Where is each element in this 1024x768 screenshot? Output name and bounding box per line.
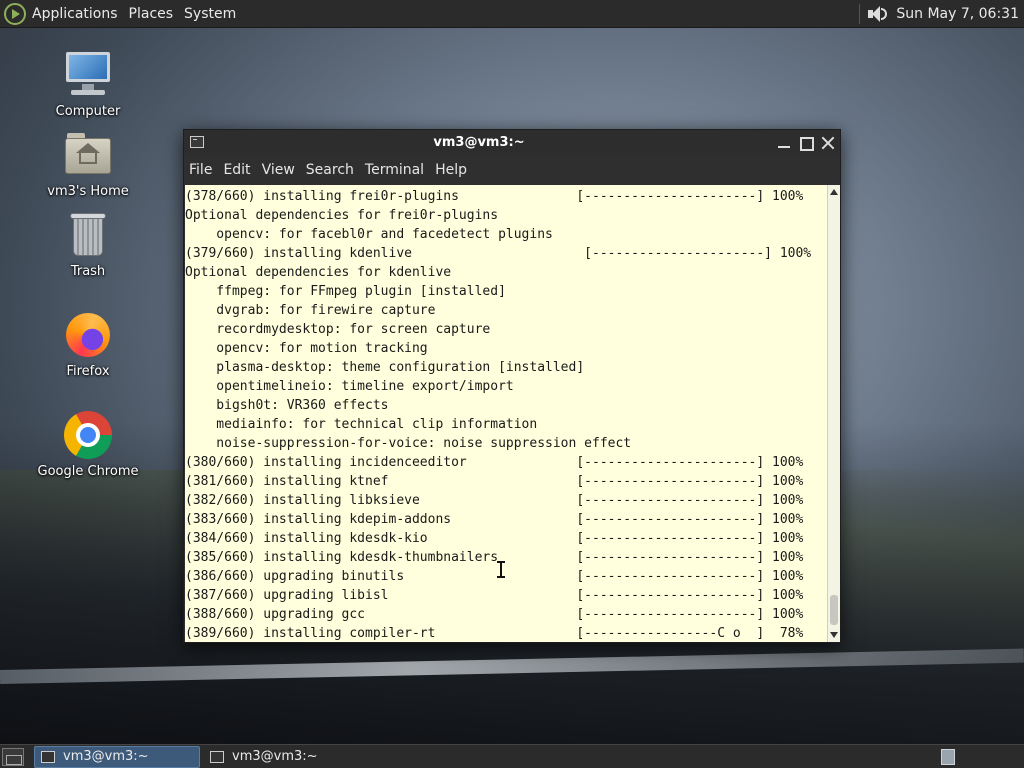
terminal-line: (384/660) installing kdesdk-kio [-------… bbox=[185, 531, 804, 546]
terminal-line: opencv: for motion tracking bbox=[185, 341, 428, 356]
desktop-icon-label: Computer bbox=[55, 104, 121, 119]
menu-applications[interactable]: Applications bbox=[32, 6, 118, 22]
menu-places[interactable]: Places bbox=[129, 6, 174, 22]
terminal-line: (388/660) upgrading gcc [---------------… bbox=[185, 607, 804, 622]
clock[interactable]: Sun May 7, 06:31 bbox=[896, 6, 1019, 22]
terminal-icon bbox=[41, 750, 55, 763]
taskbar-item-terminal[interactable]: vm3@vm3:~ bbox=[204, 746, 370, 768]
chrome-icon bbox=[63, 410, 113, 460]
terminal-line: bigsh0t: VR360 effects bbox=[185, 398, 389, 413]
window-menubar: File Edit View Search Terminal Help bbox=[184, 155, 840, 184]
taskbar-item-label: vm3@vm3:~ bbox=[63, 749, 149, 764]
terminal-line: noise-suppression-for-voice: noise suppr… bbox=[185, 436, 632, 451]
terminal-line: plasma-desktop: theme configuration [ins… bbox=[185, 360, 585, 375]
desktop-icon-label: Trash bbox=[70, 264, 106, 279]
terminal-line: (385/660) installing kdesdk-thumbnailers… bbox=[185, 550, 804, 565]
menu-terminal[interactable]: Terminal bbox=[365, 162, 424, 178]
terminal-line: ffmpeg: for FFmpeg plugin [installed] bbox=[185, 284, 506, 299]
terminal-line: (381/660) installing ktnef [------------… bbox=[185, 474, 804, 489]
tray-separator bbox=[859, 3, 861, 24]
firefox-icon bbox=[63, 310, 113, 360]
terminal-line: (386/660) upgrading binutils [----------… bbox=[185, 569, 804, 584]
desktop-icon-firefox[interactable]: Firefox bbox=[28, 310, 148, 379]
terminal-line: (382/660) installing libksieve [--------… bbox=[185, 493, 804, 508]
bottom-panel: vm3@vm3:~ vm3@vm3:~ bbox=[0, 744, 1024, 768]
terminal-icon[interactable] bbox=[190, 136, 204, 148]
close-button[interactable] bbox=[818, 133, 838, 153]
window-titlebar[interactable]: vm3@vm3:~ bbox=[184, 130, 840, 155]
computer-icon bbox=[63, 50, 113, 100]
terminal-line: mediainfo: for technical clip informatio… bbox=[185, 417, 538, 432]
menu-edit[interactable]: Edit bbox=[223, 162, 250, 178]
maximize-button[interactable] bbox=[796, 133, 816, 153]
terminal-line: recordmydesktop: for screen capture bbox=[185, 322, 491, 337]
scroll-down-icon[interactable] bbox=[830, 632, 838, 638]
trash-icon bbox=[63, 210, 113, 260]
terminal-line: dvgrab: for firewire capture bbox=[185, 303, 436, 318]
terminal-line: Optional dependencies for frei0r-plugins bbox=[185, 208, 499, 223]
home-folder-icon bbox=[63, 130, 113, 180]
scrollbar-thumb[interactable] bbox=[830, 595, 838, 625]
workspace-switcher[interactable] bbox=[941, 748, 955, 765]
menu-search[interactable]: Search bbox=[306, 162, 354, 178]
desktop-icon-home[interactable]: vm3's Home bbox=[28, 130, 148, 199]
desktop-icon-label: vm3's Home bbox=[47, 184, 129, 199]
menu-view[interactable]: View bbox=[262, 162, 295, 178]
menu-help[interactable]: Help bbox=[435, 162, 467, 178]
menu-file[interactable]: File bbox=[189, 162, 212, 178]
desktop-icon-label: Google Chrome bbox=[37, 464, 139, 479]
menu-system[interactable]: System bbox=[184, 6, 236, 22]
terminal-line: (379/660) installing kdenlive [---------… bbox=[185, 246, 812, 261]
volume-icon[interactable] bbox=[866, 5, 888, 23]
top-panel: Applications Places System Sun May 7, 06… bbox=[0, 0, 1024, 28]
scroll-up-icon[interactable] bbox=[830, 189, 838, 195]
terminal-line: (378/660) installing frei0r-plugins [---… bbox=[185, 189, 804, 204]
terminal-line: Optional dependencies for kdenlive bbox=[185, 265, 452, 280]
taskbar-item-terminal-active[interactable]: vm3@vm3:~ bbox=[34, 745, 200, 768]
minimize-button[interactable] bbox=[774, 133, 794, 153]
terminal-scrollbar[interactable] bbox=[827, 185, 840, 642]
terminal-line: (389/660) installing compiler-rt [------… bbox=[185, 626, 804, 641]
terminal-line: (380/660) installing incidenceeditor [--… bbox=[185, 455, 804, 470]
desktop-icon-computer[interactable]: Computer bbox=[28, 50, 148, 119]
text-cursor-icon bbox=[497, 561, 505, 578]
terminal-output[interactable]: (378/660) installing frei0r-plugins [---… bbox=[185, 185, 827, 642]
terminal-line: (383/660) installing kdepim-addons [----… bbox=[185, 512, 804, 527]
desktop-icon-label: Firefox bbox=[66, 364, 110, 379]
distro-logo-icon[interactable] bbox=[4, 2, 26, 25]
desktop-icon-chrome[interactable]: Google Chrome bbox=[28, 410, 148, 479]
terminal-line: opencv: for facebl0r and facedetect plug… bbox=[185, 227, 553, 242]
terminal-icon bbox=[210, 750, 224, 763]
terminal-line: (387/660) upgrading libisl [------------… bbox=[185, 588, 804, 603]
window-title: vm3@vm3:~ bbox=[433, 135, 525, 150]
taskbar-item-label: vm3@vm3:~ bbox=[232, 749, 318, 764]
desktop-icon-trash[interactable]: Trash bbox=[28, 210, 148, 279]
show-desktop-button[interactable] bbox=[2, 747, 24, 766]
terminal-window: vm3@vm3:~ File Edit View Search Terminal… bbox=[183, 129, 841, 643]
terminal-line: opentimelineio: timeline export/import bbox=[185, 379, 514, 394]
